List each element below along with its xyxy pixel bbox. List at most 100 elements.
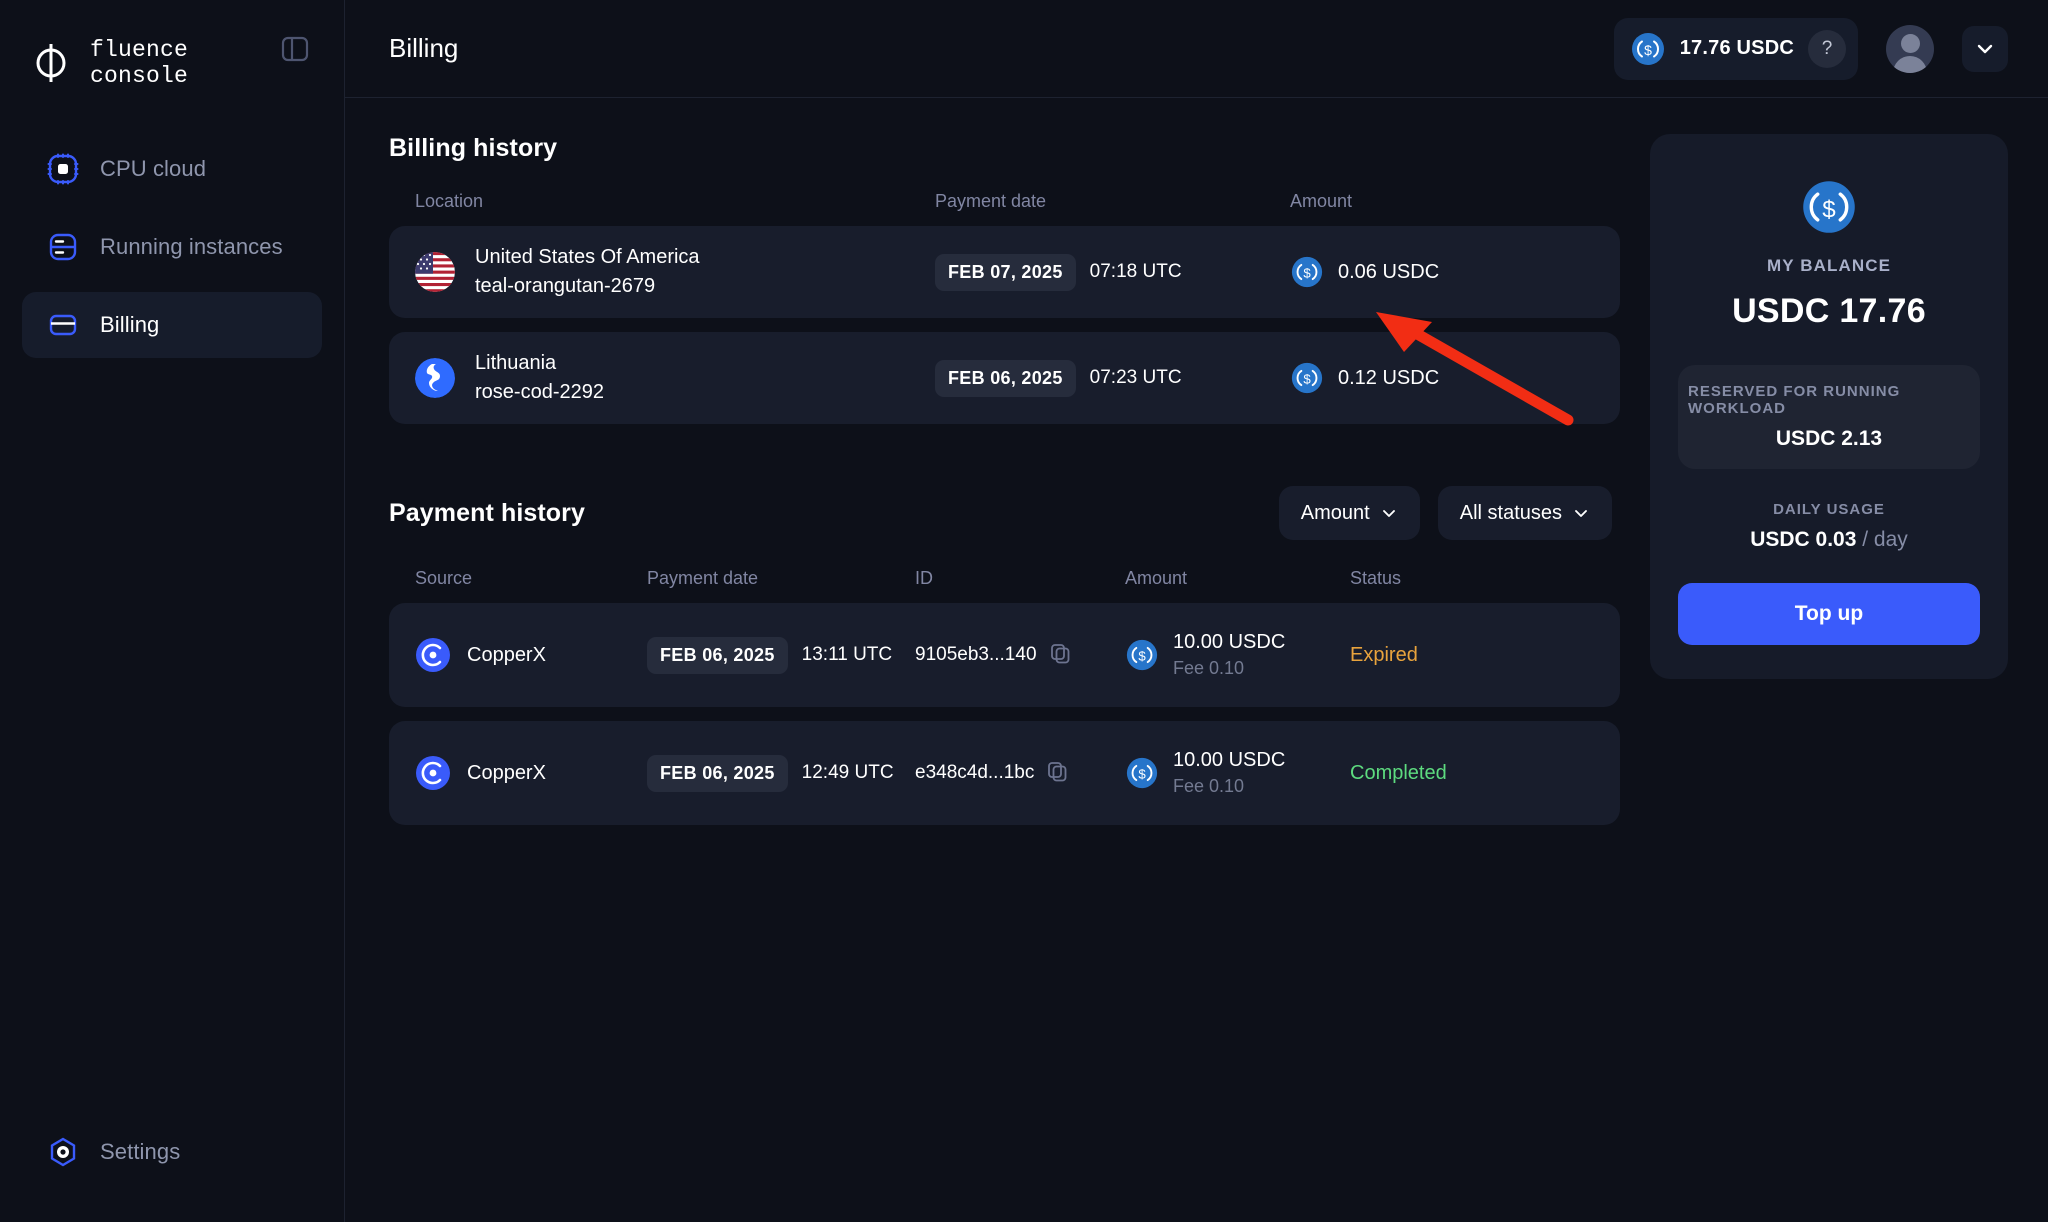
header-balance-amount: 17.76 USDC <box>1679 37 1794 59</box>
avatar[interactable] <box>1886 24 1934 73</box>
sidebar-item-settings[interactable]: Settings <box>22 1122 322 1182</box>
usdc-coin-icon: $ <box>1291 362 1323 394</box>
sidebar-item-label: Settings <box>100 1139 181 1164</box>
table-row[interactable]: CopperX FEB 06, 2025 13:11 UTC 9105eb3..… <box>389 603 1620 707</box>
account-menu-button[interactable] <box>1962 25 2008 72</box>
credit-card-icon <box>49 314 77 336</box>
id-cell: e348c4d...1bc <box>915 760 1125 787</box>
svg-text:$: $ <box>1644 42 1652 58</box>
sidebar-item-cpu-cloud[interactable]: CPU cloud <box>22 136 322 202</box>
time-text: 12:49 UTC <box>801 762 894 783</box>
copy-icon[interactable] <box>1046 760 1068 787</box>
time-text: 13:11 UTC <box>801 644 893 665</box>
reserved-value: USDC 2.13 <box>1775 427 1883 450</box>
daily-usage-label: DAILY USAGE <box>1773 501 1885 518</box>
settings-hexagon-icon <box>50 1137 76 1167</box>
amount-value: 10.00 USDC <box>1173 749 1286 771</box>
date-pill: FEB 06, 2025 <box>647 754 788 792</box>
sidebar-item-label: Billing <box>100 312 160 337</box>
location-instance: rose-cod-2292 <box>475 381 604 403</box>
source-name: CopperX <box>467 761 546 784</box>
usdc-coin-icon: $ <box>1803 181 1855 233</box>
chevron-down-icon <box>1382 510 1395 517</box>
top-up-button[interactable]: Top up <box>1678 583 1980 645</box>
time-text: 07:18 UTC <box>1089 261 1182 282</box>
svg-text:$: $ <box>1138 767 1146 782</box>
filter-status-label: All statuses <box>1459 501 1562 524</box>
status-cell: Completed <box>1350 762 1620 785</box>
usdc-coin-icon: $ <box>1126 757 1158 789</box>
balance-card: $ MY BALANCE USDC 17.76 RESERVED FOR RUN… <box>1650 134 2008 679</box>
status-badge: Completed <box>1350 761 1447 784</box>
left-column: Billing history Location Payment date Am… <box>389 134 1620 1222</box>
amount-cell: $ 10.00 USDC Fee 0.10 <box>1125 749 1350 797</box>
lt-flag-icon <box>415 358 455 398</box>
amount-value: 0.12 USDC <box>1338 366 1440 389</box>
header-balance-pill[interactable]: $ 17.76 USDC ? <box>1613 17 1858 80</box>
column-header-amount: Amount <box>1290 191 1353 211</box>
column-header-id: ID <box>915 568 933 588</box>
payment-history-title: Payment history <box>389 498 586 527</box>
payment-history-header: Payment history Amount All statuses <box>389 486 1620 540</box>
copperx-icon <box>416 638 450 672</box>
source-cell: CopperX <box>415 637 647 673</box>
payment-date-cell: FEB 06, 2025 13:11 UTC <box>647 636 915 674</box>
usdc-coin-icon: $ <box>1631 32 1664 65</box>
copy-icon[interactable] <box>1049 642 1071 669</box>
transaction-id: e348c4d...1bc <box>915 762 1035 783</box>
usdc-coin-icon: $ <box>1291 256 1323 288</box>
amount-fee: Fee 0.10 <box>1173 776 1245 796</box>
help-badge[interactable]: ? <box>1808 29 1846 68</box>
panel-collapse-icon <box>281 36 309 62</box>
payment-history-header-row: Source Payment date ID Amount Status <box>389 568 1620 589</box>
filter-amount-label: Amount <box>1300 501 1370 524</box>
chevron-down-icon <box>1575 510 1587 517</box>
location-country: Lithuania <box>475 352 557 374</box>
time-text: 07:23 UTC <box>1089 367 1182 388</box>
top-bar-actions: $ 17.76 USDC ? <box>1613 17 2008 80</box>
column-header-payment-date: Payment date <box>935 191 1047 211</box>
date-pill: FEB 07, 2025 <box>935 253 1076 291</box>
payment-history-section: Payment history Amount All statuses Sour… <box>389 486 1620 825</box>
svg-text:$: $ <box>1822 196 1836 223</box>
column-header-status: Status <box>1350 568 1402 588</box>
avatar-body <box>1893 55 1927 73</box>
amount-stack: 10.00 USDC Fee 0.10 <box>1173 631 1285 679</box>
table-row[interactable]: Lithuania rose-cod-2292 FEB 06, 2025 07:… <box>389 332 1620 424</box>
status-cell: Expired <box>1350 644 1620 667</box>
filter-amount-dropdown[interactable]: Amount <box>1278 486 1420 540</box>
reserved-block: RESERVED FOR RUNNING WORKLOAD USDC 2.13 <box>1678 365 1980 469</box>
svg-text:$: $ <box>1303 266 1311 281</box>
cpu-chip-icon <box>47 153 79 185</box>
column-header-source: Source <box>415 568 473 588</box>
svg-text:$: $ <box>1303 372 1311 387</box>
billing-history-header-row: Location Payment date Amount <box>389 191 1620 212</box>
amount-cell: $ 10.00 USDC Fee 0.10 <box>1125 631 1350 679</box>
phi-logo-icon <box>36 44 66 82</box>
copperx-icon <box>416 756 450 790</box>
location-country: United States Of America <box>475 246 700 268</box>
amount-cell: $ 0.12 USDC <box>1290 361 1620 395</box>
panel-collapse-button[interactable] <box>274 28 316 70</box>
chevron-down-icon <box>1977 44 1993 53</box>
billing-history-section: Billing history Location Payment date Am… <box>389 134 1620 424</box>
us-flag-icon <box>415 252 455 292</box>
usdc-coin-icon: $ <box>1126 639 1158 671</box>
table-row[interactable]: CopperX FEB 06, 2025 12:49 UTC e348c4d..… <box>389 721 1620 825</box>
table-row[interactable]: United States Of America teal-orangutan-… <box>389 226 1620 318</box>
date-pill: FEB 06, 2025 <box>935 359 1076 397</box>
column-header-payment-date: Payment date <box>647 568 759 588</box>
sidebar-item-label: Running instances <box>100 234 283 259</box>
daily-usage-value: USDC 0.03 / day <box>1750 528 1908 552</box>
filter-status-dropdown[interactable]: All statuses <box>1437 486 1612 540</box>
balance-amount: USDC 17.76 <box>1732 292 1926 330</box>
sidebar-item-running-instances[interactable]: Running instances <box>22 214 322 280</box>
svg-text:$: $ <box>1138 649 1146 664</box>
date-pill: FEB 06, 2025 <box>647 636 788 674</box>
sidebar-nav: CPU cloud Running instances Billing <box>0 136 344 358</box>
app-root: fluence console CPU cloud Running instan… <box>0 0 2048 1222</box>
balance-label: MY BALANCE <box>1766 256 1892 275</box>
sidebar-item-billing[interactable]: Billing <box>22 292 322 358</box>
main-area: Billing $ 17.76 USDC ? Billing history L… <box>345 0 2048 1222</box>
daily-usage-unit: / day <box>1862 528 1908 551</box>
